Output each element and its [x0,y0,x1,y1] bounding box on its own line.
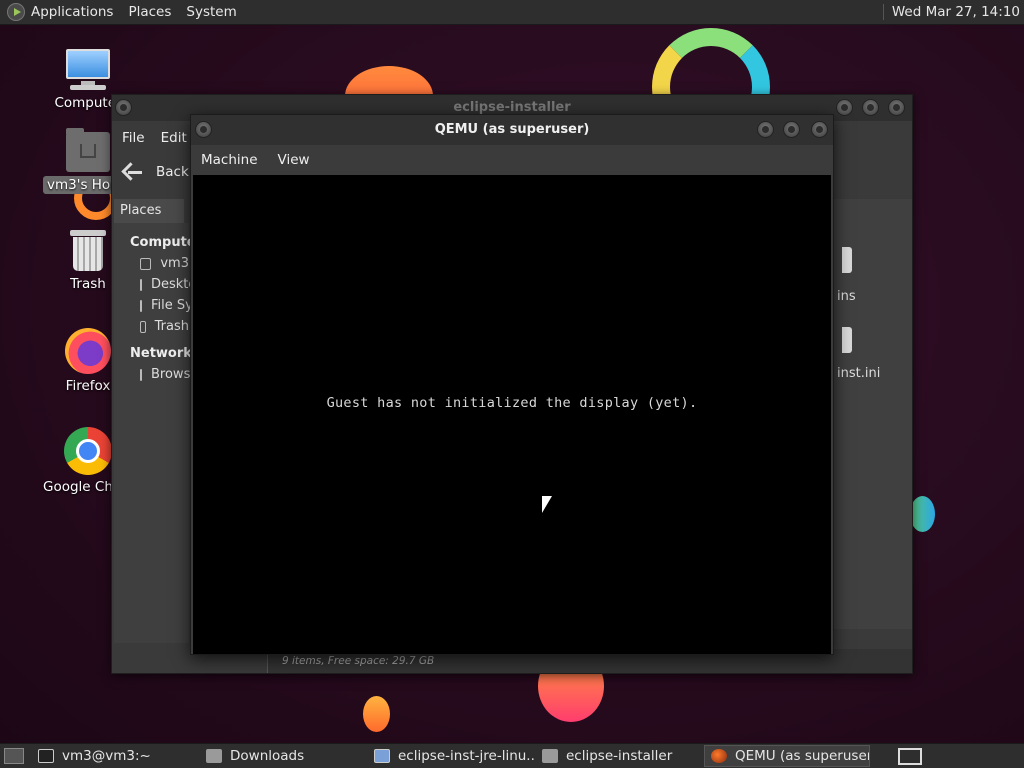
computer-icon [64,47,112,91]
back-button[interactable]: Back [156,164,189,180]
menu-file[interactable]: File [122,130,145,146]
folder-icon [206,749,222,763]
file-icon [374,749,390,763]
clock[interactable]: Wed Mar 27, 14:10 [882,4,1020,20]
desktop-icon [140,278,142,291]
guest-display-message: Guest has not initialized the display (y… [326,395,698,411]
task-eclipse-inst-jre[interactable]: eclipse-inst-jre-linu... [368,745,534,767]
drive-icon [140,299,142,312]
minimize-button[interactable] [836,99,853,116]
minimize-button[interactable] [757,121,774,138]
window-titlebar[interactable]: QEMU (as superuser) [191,115,833,145]
sidebar-item-home[interactable]: vm3 [114,250,189,271]
menu-machine[interactable]: Machine [201,152,258,168]
task-qemu[interactable]: QEMU (as superuser) [704,745,870,767]
menu-system[interactable]: System [186,4,236,20]
menu-applications[interactable]: Applications [31,4,113,20]
mouse-pointer-icon [542,496,552,513]
home-folder-icon [66,128,110,172]
terminal-icon [38,749,54,763]
sidebar: Computer vm3 Desktop File System Trash N… [114,223,257,643]
file-item-label[interactable]: ins [837,289,856,304]
task-downloads[interactable]: Downloads [200,745,366,767]
menu-edit[interactable]: Edit [161,130,187,146]
sidebar-item-desktop[interactable]: Desktop [114,271,205,292]
menu-places[interactable]: Places [128,4,171,20]
menu-view[interactable]: View [278,152,310,168]
file-icon[interactable] [842,327,852,353]
wallpaper-shape [363,696,390,732]
close-button[interactable] [811,121,828,138]
home-icon [140,257,152,270]
menu-logo-icon[interactable] [7,3,25,21]
window-menu-button[interactable] [195,121,212,138]
guest-display[interactable]: Guest has not initialized the display (y… [193,175,831,654]
network-icon [140,368,142,381]
menubar: Machine View [191,145,833,175]
taskbar: vm3@vm3:~ Downloads eclipse-inst-jre-lin… [0,743,1024,768]
sidebar-item-filesystem[interactable]: File System [114,292,225,313]
task-terminal[interactable]: vm3@vm3:~ [32,745,198,767]
chrome-icon [64,427,112,475]
back-arrow-icon[interactable] [122,161,144,183]
maximize-button[interactable] [783,121,800,138]
close-button[interactable] [888,99,905,116]
file-icon[interactable] [842,247,852,273]
sidebar-section-computer: Computer [130,235,203,250]
trash-icon [140,320,146,333]
sidebar-item-trash[interactable]: Trash [114,313,189,334]
trash-icon [70,230,106,272]
window-title: QEMU (as superuser) [434,122,590,137]
folder-icon [542,749,558,763]
wallpaper-shape [910,496,935,532]
maximize-button[interactable] [862,99,879,116]
sidebar-item-browse-network[interactable]: Browse Network [114,361,257,382]
show-desktop-button[interactable] [4,748,24,764]
firefox-icon [65,328,111,374]
file-item-label[interactable]: inst.ini [837,366,880,381]
sidebar-places-dropdown[interactable]: Places [114,199,184,223]
task-eclipse-installer[interactable]: eclipse-installer [536,745,702,767]
qemu-icon [711,749,727,763]
qemu-window[interactable]: QEMU (as superuser) Machine View Guest h… [190,114,834,655]
top-panel: Applications Places System Wed Mar 27, 1… [0,0,1024,25]
workspace-switcher[interactable] [898,747,922,765]
window-menu-button[interactable] [115,99,132,116]
sidebar-section-network: Network [130,346,192,361]
